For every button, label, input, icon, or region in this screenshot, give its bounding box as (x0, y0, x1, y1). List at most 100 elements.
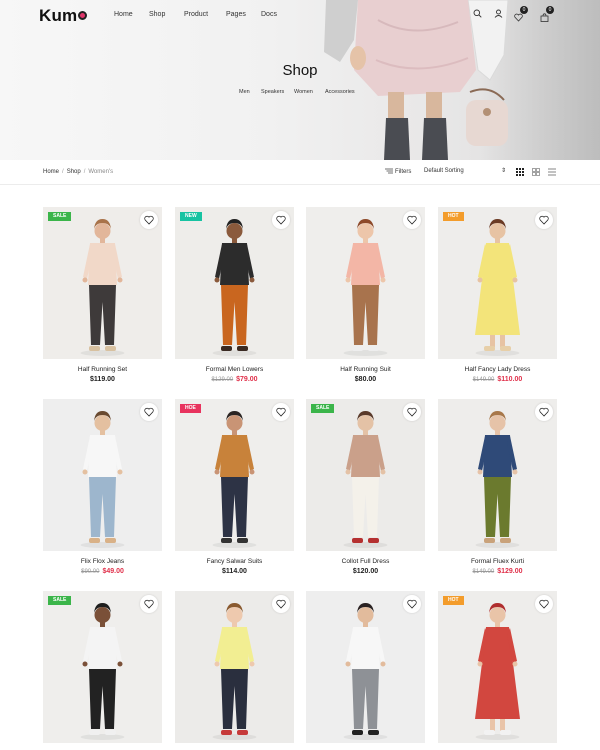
heart-icon (276, 407, 286, 417)
product-image[interactable]: HOT (438, 207, 557, 359)
add-to-wishlist-button[interactable] (403, 403, 421, 421)
product-name[interactable]: Fancy Salwar Suits (175, 558, 294, 565)
product-name[interactable]: Formal Men Lowers (175, 366, 294, 373)
product-tag-badge: SALE (311, 404, 335, 413)
breadcrumb-home[interactable]: Home (43, 169, 59, 175)
product-card[interactable] (175, 591, 294, 743)
add-to-wishlist-button[interactable] (272, 595, 290, 613)
list-view-icon[interactable] (548, 168, 556, 176)
nav-item-pages[interactable]: Pages (226, 11, 246, 18)
wishlist-button[interactable]: 0 (514, 6, 528, 22)
product-name[interactable]: Formal Fluex Kurti (438, 558, 557, 565)
product-price: $119.00 (43, 376, 162, 383)
product-image[interactable] (306, 591, 425, 743)
add-to-wishlist-button[interactable] (272, 403, 290, 421)
heart-icon (539, 599, 549, 609)
product-card[interactable]: SALE (43, 591, 162, 743)
breadcrumb-shop[interactable]: Shop (67, 169, 81, 175)
product-name[interactable]: Half Running Suit (306, 366, 425, 373)
product-figure (343, 603, 388, 740)
product-image[interactable] (175, 591, 294, 743)
add-to-wishlist-button[interactable] (535, 211, 553, 229)
product-figure (212, 219, 257, 356)
product-current-price: $114.00 (222, 568, 247, 575)
product-image[interactable]: HOE (175, 399, 294, 551)
product-image[interactable]: HOT (438, 591, 557, 743)
product-figure (343, 219, 388, 356)
product-name[interactable]: Flix Flox Jeans (43, 558, 162, 565)
category-link-men[interactable]: Men (239, 89, 250, 95)
product-image[interactable]: SALE (43, 207, 162, 359)
product-figure (212, 603, 257, 740)
product-price: $120.00 (306, 568, 425, 575)
add-to-wishlist-button[interactable] (403, 211, 421, 229)
product-price: $149.00 $110.00 (438, 376, 557, 383)
product-figure (212, 411, 257, 548)
user-icon[interactable] (494, 9, 503, 18)
product-current-price: $120.00 (352, 568, 379, 575)
product-name[interactable]: Half Fancy Lady Dress (438, 366, 557, 373)
add-to-wishlist-button[interactable] (140, 403, 158, 421)
product-image[interactable] (438, 399, 557, 551)
category-link-speakers[interactable]: Speakers (261, 89, 284, 95)
product-card[interactable]: Half Running Suit $80.00 (306, 207, 425, 383)
breadcrumb-current: Women's (88, 169, 114, 175)
heart-icon (539, 215, 549, 225)
grid-3-icon[interactable] (516, 168, 524, 176)
product-price: $90.00 $49.00 (43, 568, 162, 575)
product-card[interactable] (306, 591, 425, 743)
product-image[interactable]: SALE (43, 591, 162, 743)
breadcrumb: Home / Shop / Women's (43, 169, 114, 175)
product-tag-badge: HOT (443, 596, 464, 605)
filters-button[interactable]: Filters (385, 168, 411, 175)
product-old-price: $149.00 (472, 377, 495, 383)
add-to-wishlist-button[interactable] (140, 211, 158, 229)
product-sale-price: $49.00 (102, 568, 124, 575)
product-image[interactable] (306, 207, 425, 359)
nav-item-product[interactable]: Product (184, 11, 208, 18)
add-to-wishlist-button[interactable] (535, 403, 553, 421)
nav-item-shop[interactable]: Shop (149, 11, 165, 18)
product-current-price: $119.00 (90, 376, 115, 383)
product-current-price: $80.00 (354, 376, 377, 383)
heart-icon (276, 599, 286, 609)
brand-logo[interactable]: Kum (39, 6, 88, 26)
wishlist-count-badge: 0 (520, 6, 528, 14)
search-icon[interactable] (473, 9, 482, 18)
cart-button[interactable]: 0 (540, 6, 554, 22)
nav-item-home[interactable]: Home (114, 11, 133, 18)
grid-2-icon[interactable] (532, 168, 540, 176)
product-figure (343, 411, 388, 548)
product-card[interactable]: SALE Half Running Set $119.00 (43, 207, 162, 383)
product-sale-price: $110.00 (497, 376, 523, 383)
cart-count-badge: 0 (546, 6, 554, 14)
filters-label: Filters (395, 169, 412, 175)
product-image[interactable] (43, 399, 162, 551)
product-card[interactable]: HOE Fancy Salwar Suits $114.00 (175, 399, 294, 575)
product-tag-badge: HOE (180, 404, 201, 413)
product-figure (475, 219, 520, 356)
add-to-wishlist-button[interactable] (272, 211, 290, 229)
product-image[interactable]: SALE (306, 399, 425, 551)
product-card[interactable]: NEW Formal Men Lowers $129.00 $79.00 (175, 207, 294, 383)
product-price: $129.00 $79.00 (175, 376, 294, 383)
product-card[interactable]: HOT Half Fancy Lady Dress $149.00 $110.00 (438, 207, 557, 383)
product-name[interactable]: Collot Full Dress (306, 558, 425, 565)
nav-item-docs[interactable]: Docs (261, 11, 277, 18)
sort-select[interactable]: Default Sorting ⇕ (424, 168, 506, 174)
product-figure (80, 219, 125, 356)
product-card[interactable]: Formal Fluex Kurti $149.00 $129.00 (438, 399, 557, 575)
product-card[interactable]: Flix Flox Jeans $90.00 $49.00 (43, 399, 162, 575)
add-to-wishlist-button[interactable] (140, 595, 158, 613)
product-card[interactable]: HOT (438, 591, 557, 743)
category-link-accessories[interactable]: Accessories (325, 89, 355, 95)
category-link-women[interactable]: Women (294, 89, 313, 95)
add-to-wishlist-button[interactable] (403, 595, 421, 613)
product-name[interactable]: Half Running Set (43, 366, 162, 373)
product-image[interactable]: NEW (175, 207, 294, 359)
product-card[interactable]: SALE Collot Full Dress $120.00 (306, 399, 425, 575)
product-old-price: $90.00 (81, 569, 100, 575)
add-to-wishlist-button[interactable] (535, 595, 553, 613)
brand-name: Kum (39, 6, 78, 25)
product-price: $80.00 (306, 376, 425, 383)
